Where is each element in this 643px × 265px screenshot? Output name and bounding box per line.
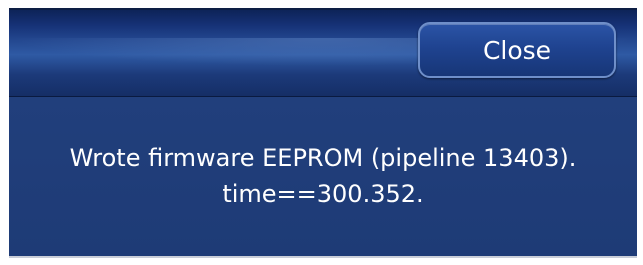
dialog-message: Wrote firmware EEPROM (pipeline 13403). … [9, 140, 637, 212]
screen-frame: Close Wrote firmware EEPROM (pipeline 13… [0, 0, 643, 265]
dialog-title-bar: Close [9, 10, 637, 97]
message-line-1: Wrote firmware EEPROM (pipeline 13403). [69, 144, 577, 172]
message-line-2: time==300.352. [222, 180, 424, 208]
dialog-body: Wrote firmware EEPROM (pipeline 13403). … [9, 97, 637, 256]
dialog-bottom-edge [9, 256, 637, 258]
close-button[interactable]: Close [418, 22, 616, 78]
message-dialog: Close Wrote firmware EEPROM (pipeline 13… [9, 8, 637, 256]
close-button-label: Close [482, 35, 552, 65]
